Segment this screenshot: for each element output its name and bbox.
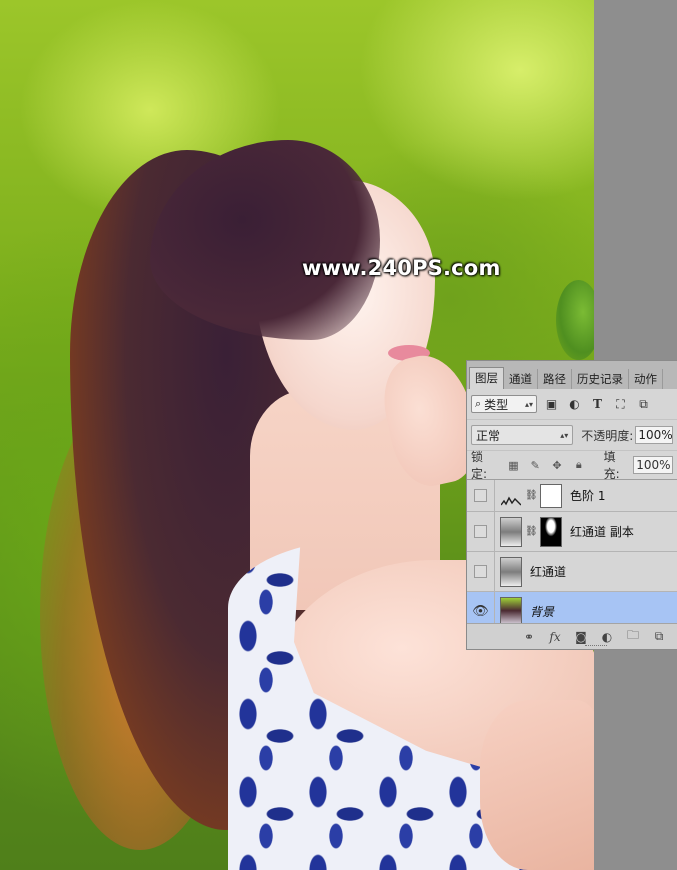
tab-layers[interactable]: 图层 — [469, 367, 504, 389]
watermark-text: www.240PS.com — [302, 256, 501, 280]
blend-row: 正常 ▴▾ 不透明度: 100% — [467, 419, 677, 450]
lock-row: 锁定: ▦ ✎ ✥ 🔒︎ 填充: 100% — [467, 450, 677, 481]
layer-list: ⛓ 色阶 1 ⛓ 红通道 副本 红通道 👁︎ 背景 — [467, 479, 677, 632]
visibility-off-box — [474, 525, 487, 538]
layer-thumbnail[interactable] — [500, 596, 522, 627]
levels-adjustment-icon — [500, 484, 522, 508]
tab-history[interactable]: 历史记录 — [572, 369, 629, 389]
type-filter-icon[interactable]: T — [589, 396, 606, 412]
smart-object-filter-icon[interactable]: ⧉ — [635, 396, 652, 412]
panel-footer: ⚭ fx ◙ ◐ 🗀︎ ⧉ — [467, 623, 677, 649]
arm — [480, 700, 594, 870]
lock-transparent-pixels-icon[interactable]: ▦ — [507, 458, 521, 472]
layer-row-red-channel[interactable]: 红通道 — [467, 552, 677, 592]
blend-mode-label: 正常 — [476, 428, 501, 443]
layer-thumbnail[interactable] — [500, 516, 522, 547]
layer-name: 红通道 副本 — [570, 525, 634, 539]
lock-position-icon[interactable]: ✥ — [550, 458, 564, 472]
tab-paths[interactable]: 路径 — [538, 369, 572, 389]
visibility-off-box — [474, 489, 487, 502]
filter-kind-label: 类型 — [484, 397, 509, 412]
panel-resize-grip[interactable] — [585, 645, 607, 648]
layer-mask-thumbnail[interactable] — [540, 483, 562, 508]
layer-thumbnail[interactable] — [500, 556, 522, 587]
layer-name: 色阶 1 — [570, 489, 606, 503]
chevron-updown-icon: ▴▾ — [524, 399, 533, 409]
panel-tab-bar: 图层 通道 路径 历史记录 动作 — [467, 361, 677, 389]
visibility-toggle[interactable] — [467, 480, 495, 511]
fill-input[interactable]: 100% — [633, 456, 673, 474]
foliage — [556, 280, 594, 360]
layer-mask-thumbnail[interactable] — [540, 516, 562, 547]
layer-row-red-channel-copy[interactable]: ⛓ 红通道 副本 — [467, 512, 677, 552]
visibility-toggle[interactable] — [467, 512, 495, 551]
opacity-input[interactable]: 100% — [635, 426, 673, 444]
new-layer-icon[interactable]: ⧉ — [649, 629, 669, 644]
adjustment-filter-icon[interactable]: ◐ — [566, 396, 583, 412]
lock-all-icon[interactable]: 🔒︎ — [572, 458, 586, 472]
visibility-toggle[interactable] — [467, 552, 495, 591]
chevron-updown-icon: ▴▾ — [560, 430, 569, 440]
tab-channels[interactable]: 通道 — [504, 369, 538, 389]
visibility-off-box — [474, 565, 487, 578]
link-layers-icon[interactable]: ⚭ — [519, 630, 539, 644]
new-group-folder-icon[interactable]: 🗀︎ — [623, 626, 643, 647]
lock-label: 锁定: — [471, 450, 488, 481]
layer-name: 背景 — [530, 605, 555, 619]
new-adjustment-layer-icon[interactable]: ◐ — [597, 630, 617, 644]
shape-filter-icon[interactable]: ⛶ — [612, 396, 629, 412]
tab-actions[interactable]: 动作 — [629, 369, 663, 389]
blend-mode-select[interactable]: 正常 ▴▾ — [471, 425, 574, 445]
eye-icon: 👁︎ — [472, 604, 489, 619]
levels-histogram-icon — [501, 496, 521, 505]
opacity-label: 不透明度: — [581, 428, 634, 443]
filter-kind-select[interactable]: ⌕ 类型 ▴▾ — [471, 395, 537, 413]
search-icon: ⌕ — [475, 397, 482, 410]
layer-filter-row: ⌕ 类型 ▴▾ ▣ ◐ T ⛶ ⧉ — [467, 389, 677, 419]
chain-link-icon[interactable]: ⛓ — [525, 490, 538, 501]
add-mask-icon[interactable]: ◙ — [571, 630, 591, 644]
layers-panel: 图层 通道 路径 历史记录 动作 ⌕ 类型 ▴▾ ▣ ◐ T ⛶ ⧉ 正常 ▴▾… — [466, 360, 677, 650]
fill-label: 填充: — [603, 450, 620, 481]
fx-icon[interactable]: fx — [545, 630, 565, 644]
chain-link-icon[interactable]: ⛓ — [525, 526, 538, 537]
layer-row-levels[interactable]: ⛓ 色阶 1 — [467, 480, 677, 512]
image-filter-icon[interactable]: ▣ — [543, 396, 560, 412]
lock-image-pixels-icon[interactable]: ✎ — [528, 458, 542, 472]
layer-name: 红通道 — [530, 565, 567, 579]
